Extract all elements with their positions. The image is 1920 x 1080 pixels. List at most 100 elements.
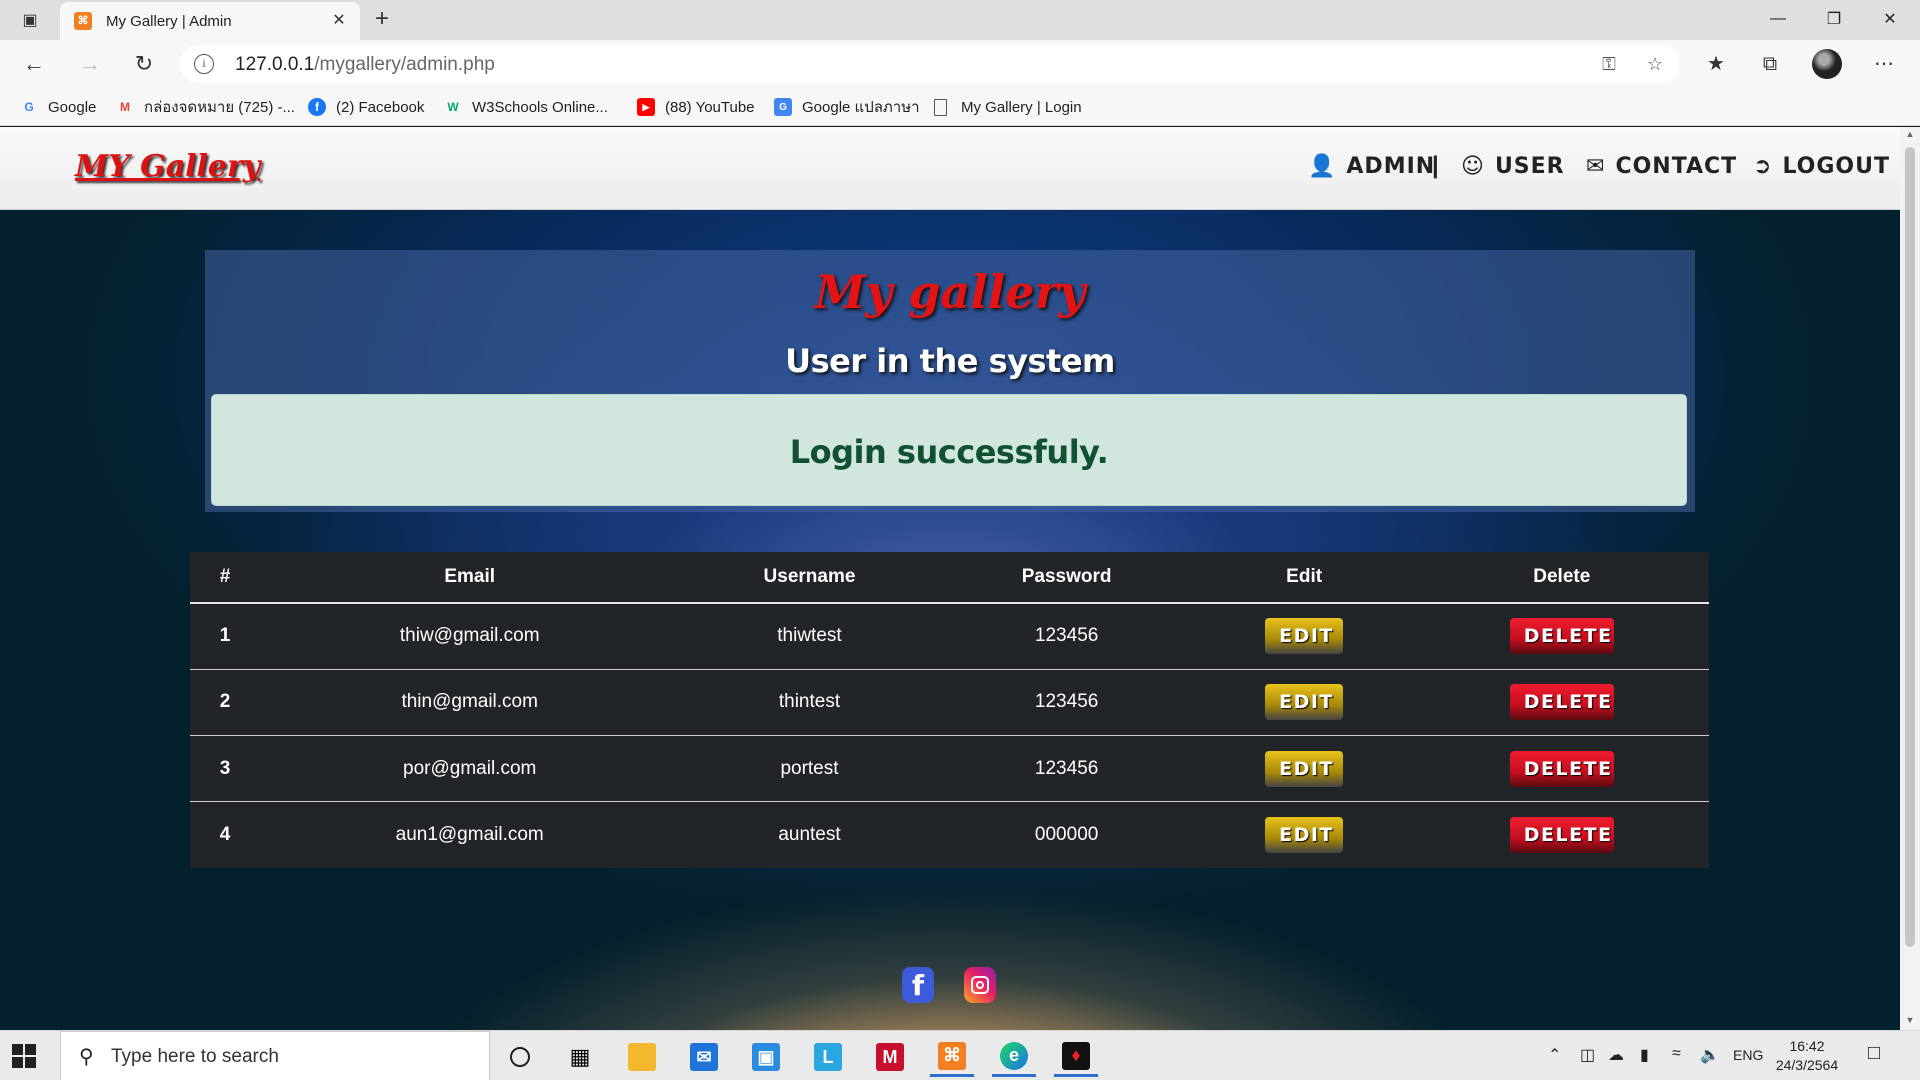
row-email: thiw@gmail.com (260, 603, 680, 670)
bookmark-google[interactable]: G Google (20, 96, 96, 118)
collections-icon[interactable]: ⧉ (1756, 50, 1784, 78)
clock-time: 16:42 (1789, 1038, 1825, 1054)
garena-icon[interactable]: ♦ (1054, 1037, 1098, 1077)
nav-separator: | (1432, 152, 1439, 179)
success-alert: Login successfuly. (211, 394, 1687, 506)
site-info-icon[interactable]: i (194, 54, 214, 74)
restore-button[interactable]: ❐ (1806, 0, 1862, 38)
instagram-icon[interactable] (964, 967, 996, 1003)
edge-icon[interactable]: e (992, 1037, 1036, 1077)
xampp-icon[interactable]: ⌘ (930, 1037, 974, 1077)
nav-contact[interactable]: ✉ CONTACT (1586, 154, 1737, 179)
show-hidden-icons-icon[interactable]: ⌃ (1548, 1045, 1561, 1065)
volume-icon[interactable]: 🔈 (1700, 1045, 1720, 1065)
onedrive-icon[interactable]: ☁ (1608, 1045, 1624, 1065)
battery-icon[interactable]: ▮ (1640, 1045, 1649, 1065)
row-number: 4 (219, 824, 231, 846)
l-app-icon[interactable]: L (806, 1037, 850, 1077)
w3schools-icon: W (447, 100, 459, 114)
task-view-icon[interactable]: ▦ (558, 1037, 602, 1077)
delete-button[interactable]: DELETE (1509, 618, 1614, 655)
wifi-icon[interactable]: ≈ (1672, 1045, 1681, 1063)
row-edit-cell: EDIT (1193, 735, 1415, 803)
bookmark-w3schools[interactable]: W W3Schools Online... (444, 96, 608, 118)
refresh-icon[interactable]: ↻ (128, 48, 160, 80)
tab-close-icon[interactable]: ✕ (328, 10, 350, 32)
column-header-email: Email (260, 552, 680, 604)
instagram-lens (976, 981, 984, 989)
device-icon[interactable]: ◫ (1580, 1045, 1595, 1065)
scroll-up-icon[interactable]: ▲ (1904, 129, 1916, 139)
delete-button[interactable]: DELETE (1509, 750, 1614, 787)
minimize-button[interactable]: — (1750, 0, 1806, 38)
search-placeholder: Type here to search (111, 1046, 279, 1067)
column-header-delete: Delete (1414, 552, 1709, 604)
bookmark-google-translate[interactable]: G Google แปลภาษา (774, 96, 920, 118)
nav-admin[interactable]: 👤 ADMIN (1308, 154, 1435, 179)
delete-button[interactable]: DELETE (1509, 817, 1614, 854)
row-number: 2 (190, 669, 260, 737)
row-email: por@gmail.com (260, 735, 680, 803)
table-header-row: # Email Username Password Edit Delete (190, 552, 1709, 604)
tab-actions-icon[interactable]: ▣ (16, 6, 44, 34)
row-edit-cell: EDIT (1193, 603, 1415, 670)
row-password: 123456 (939, 669, 1194, 737)
back-icon[interactable]: ← (18, 48, 50, 80)
bookmark-youtube[interactable]: ▶ (88) YouTube (637, 96, 755, 118)
column-header-edit: Edit (1193, 552, 1415, 604)
url-field[interactable]: i 127.0.0.1/mygallery/admin.php ⚿ ☆ (180, 45, 1680, 83)
youtube-icon: ▶ (637, 98, 655, 116)
column-header-username: Username (679, 552, 940, 604)
more-menu-icon[interactable]: ⋯ (1870, 50, 1898, 78)
row-edit-cell: EDIT (1194, 802, 1415, 868)
taskbar-search-input[interactable]: ⚲ Type here to search (60, 1031, 490, 1080)
browser-tab[interactable]: ⌘ My Gallery | Admin ✕ (60, 2, 360, 40)
edit-button[interactable]: EDIT (1265, 817, 1344, 854)
row-email: thin@gmail.com (260, 669, 680, 737)
clock[interactable]: 16:42 24/3/2564 (1772, 1037, 1842, 1075)
close-window-button[interactable]: ✕ (1862, 0, 1918, 38)
comments-icon: ✉ (1586, 154, 1606, 179)
table-row: 2 thin@gmail.com thintest 123456 EDIT DE… (190, 669, 1709, 737)
profile-avatar[interactable] (1812, 49, 1842, 79)
nav-user[interactable]: ☺ USER (1461, 154, 1565, 179)
delete-button[interactable]: DELETE (1509, 684, 1614, 721)
url-text[interactable]: 127.0.0.1/mygallery/admin.php (235, 54, 495, 76)
edit-button[interactable]: EDIT (1265, 618, 1344, 655)
scroll-down-icon[interactable]: ▼ (1904, 1015, 1916, 1025)
bookmark-facebook[interactable]: f (2) Facebook (308, 96, 424, 118)
clock-date: 24/3/2564 (1775, 1057, 1839, 1073)
facebook-icon[interactable]: f (902, 967, 934, 1003)
add-favorite-icon[interactable]: ☆ (1644, 53, 1666, 75)
mail-icon[interactable]: ✉ (682, 1037, 726, 1077)
store-icon[interactable]: ▣ (744, 1037, 788, 1077)
row-username: portest (679, 735, 940, 803)
language-indicator[interactable]: ENG (1733, 1047, 1763, 1063)
favorites-icon[interactable]: ★ (1702, 50, 1730, 78)
bookmark-my-gallery-login[interactable]: My Gallery | Login (934, 96, 1082, 118)
file-explorer-icon[interactable] (620, 1037, 664, 1077)
browser-tab-bar: ▣ ⌘ My Gallery | Admin ✕ + — ❐ ✕ (0, 0, 1920, 40)
logout-icon: ➲ (1753, 154, 1773, 179)
forward-icon[interactable]: → (74, 48, 106, 80)
windows-start-icon[interactable] (12, 1044, 36, 1068)
row-username: thintest (679, 669, 940, 737)
nav-logout[interactable]: ➲ LOGOUT (1753, 154, 1890, 179)
cortana-icon[interactable] (498, 1037, 542, 1077)
edit-button[interactable]: EDIT (1265, 684, 1344, 721)
windows-taskbar: ⚲ Type here to search ▦ ✉ ▣ L M ⌘ e ♦ ⌃ … (0, 1030, 1920, 1080)
site-logo[interactable]: MY Gallery (75, 149, 260, 184)
bookmark-gmail[interactable]: M กล่องจดหมาย (725) -... (116, 96, 295, 118)
page-scrollbar[interactable]: ▲ ▼ (1900, 127, 1920, 1030)
key-icon[interactable]: ⚿ (1598, 53, 1620, 75)
social-links: f (902, 967, 996, 1003)
scroll-thumb[interactable] (1905, 147, 1915, 947)
new-tab-button[interactable]: + (368, 6, 396, 34)
hero-card: My gallery User in the system Login succ… (205, 250, 1695, 512)
row-username: auntest (778, 824, 841, 846)
mcafee-icon[interactable]: M (868, 1037, 912, 1077)
notifications-icon[interactable]: □ (1868, 1042, 1880, 1065)
page-viewport: MY Gallery 👤 ADMIN | ☺ USER ✉ CONTACT ➲ … (0, 127, 1900, 1030)
edit-button[interactable]: EDIT (1265, 750, 1344, 787)
address-bar-row: ← → ↻ i 127.0.0.1/mygallery/admin.php ⚿ … (0, 40, 1920, 88)
